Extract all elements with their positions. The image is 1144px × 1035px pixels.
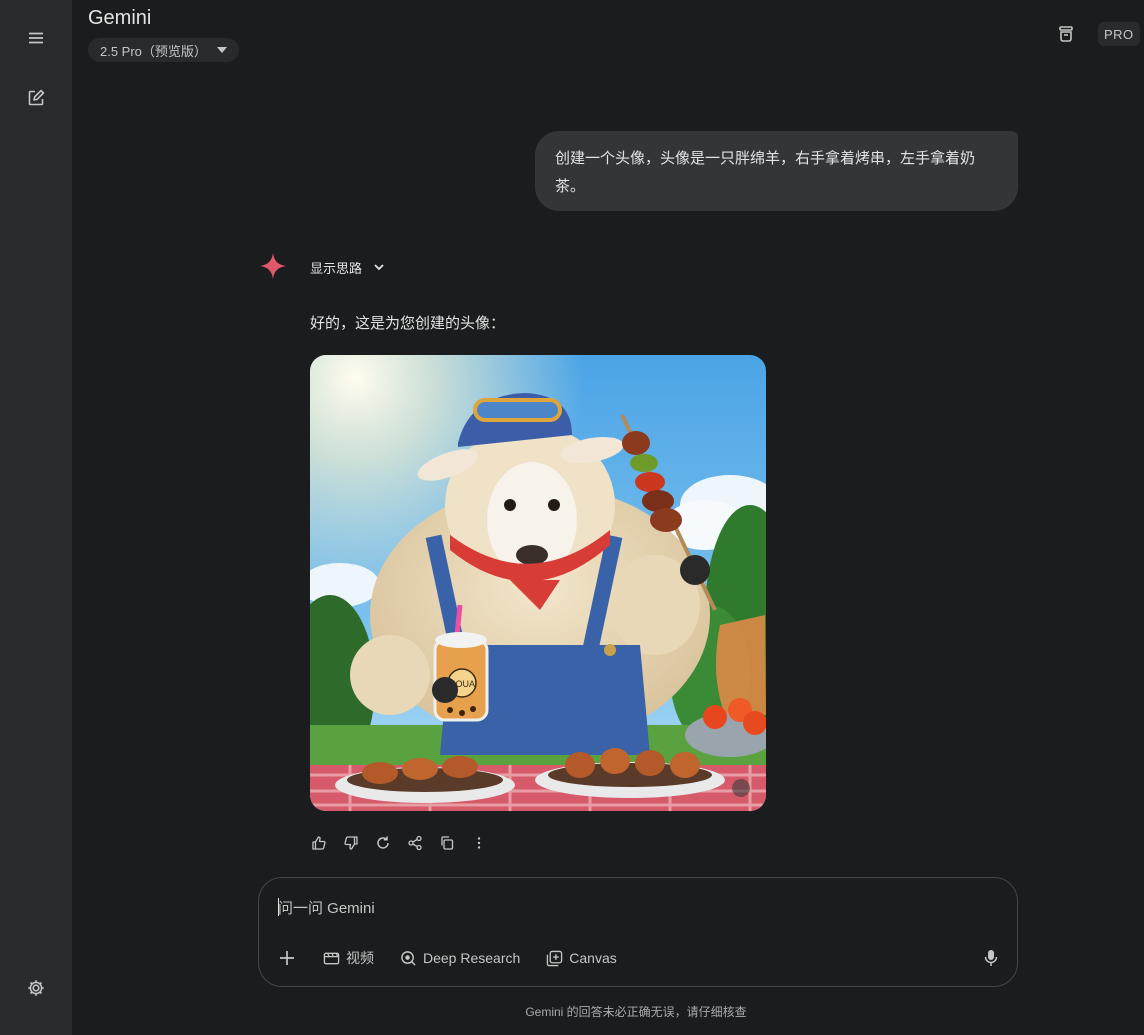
response-actions: [310, 832, 488, 854]
app-title: Gemini: [88, 7, 152, 29]
thumbs-up-icon[interactable]: [310, 832, 328, 854]
response-text: 好的，这是为您创建的头像：: [310, 315, 506, 332]
show-thinking-label: 显示思路: [310, 260, 363, 276]
generated-avatar-image[interactable]: COUA: [310, 355, 766, 811]
video-icon: [323, 952, 340, 964]
more-icon[interactable]: [470, 832, 488, 854]
canvas-icon: [547, 950, 563, 966]
model-label: 2.5 Pro（预览版）: [100, 43, 207, 59]
video-button[interactable]: 视频: [323, 948, 374, 968]
add-button[interactable]: [277, 948, 297, 968]
microphone-icon[interactable]: [981, 947, 1001, 969]
disclaimer: Gemini 的回答未必正确无误，请仔细核查: [525, 1005, 747, 1019]
show-thinking-toggle[interactable]: 显示思路: [310, 256, 386, 278]
new-chat-icon[interactable]: [20, 82, 52, 114]
chevron-down-icon: [374, 264, 384, 271]
pro-badge: PRO: [1098, 22, 1140, 46]
menu-icon[interactable]: [20, 22, 52, 54]
user-message: 创建一个头像，头像是一只胖绵羊，右手拿着烤串，左手拿着奶茶。: [535, 131, 1018, 211]
copy-icon[interactable]: [438, 832, 456, 854]
canvas-label: Canvas: [569, 950, 617, 966]
redo-icon[interactable]: [374, 832, 392, 854]
deep-research-label: Deep Research: [423, 950, 521, 966]
canvas-button[interactable]: Canvas: [546, 950, 617, 967]
side-rail: [0, 0, 72, 1035]
deep-research-icon: [401, 950, 416, 966]
thumbs-down-icon[interactable]: [342, 832, 360, 854]
model-selector[interactable]: 2.5 Pro（预览版）: [88, 38, 239, 62]
gemini-spark-icon: [260, 253, 286, 279]
temporary-chat-icon[interactable]: [1052, 20, 1080, 48]
share-icon[interactable]: [406, 832, 424, 854]
caret-down-icon: [216, 47, 227, 53]
composer-toolbar: 视频 Deep Research Canvas: [277, 946, 617, 970]
settings-icon[interactable]: [20, 972, 52, 1004]
deep-research-button[interactable]: Deep Research: [400, 950, 520, 967]
video-label: 视频: [346, 950, 374, 966]
plus-icon: [280, 951, 294, 965]
prompt-input[interactable]: [278, 896, 878, 920]
prompt-composer: 视频 Deep Research Canvas: [258, 877, 1018, 987]
